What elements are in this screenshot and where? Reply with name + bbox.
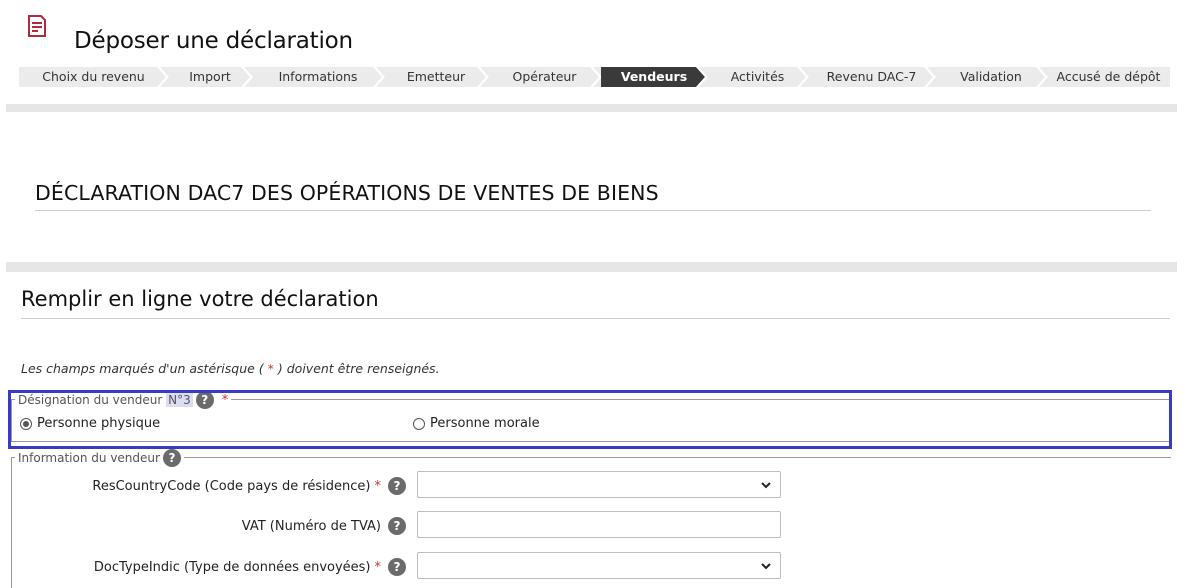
field-label: DocTypeIndic (Type de données envoyées) — [93, 559, 371, 575]
document-icon — [28, 15, 46, 37]
step-operateur[interactable]: Opérateur — [488, 67, 602, 87]
declaration-heading: DÉCLARATION DAC7 DES OPÉRATIONS DE VENTE… — [35, 181, 659, 205]
field-row-vat: VAT (Numéro de TVA) ? — [11, 511, 791, 539]
step-label: Revenu DAC-7 — [826, 69, 917, 84]
field-label: ResCountryCode (Code pays de résidence) — [92, 478, 371, 494]
page-title: Déposer une déclaration — [74, 28, 353, 54]
required-fields-note: Les champs marqués d'un astérisque ( * )… — [21, 361, 440, 376]
res-country-code-select[interactable] — [417, 471, 781, 498]
help-icon[interactable]: ? — [162, 449, 181, 467]
focus-highlight-box — [8, 390, 1172, 449]
step-label: Vendeurs — [620, 69, 688, 84]
step-accuse-de-depot[interactable]: Accusé de dépôt — [1047, 67, 1170, 87]
step-label: Informations — [278, 69, 358, 84]
required-star: * — [374, 478, 382, 494]
section-divider — [6, 104, 1177, 112]
form-heading: Remplir en ligne votre déclaration — [21, 287, 379, 311]
step-validation[interactable]: Validation — [935, 67, 1048, 87]
seller-information-legend: Information du vendeur ? — [15, 449, 184, 467]
step-informations[interactable]: Informations — [252, 67, 385, 87]
chevron-down-icon — [761, 563, 771, 570]
step-label: Accusé de dépôt — [1056, 69, 1161, 84]
step-choix-du-revenu[interactable]: Choix du revenu — [19, 67, 169, 87]
section-divider — [6, 262, 1177, 272]
field-label: VAT (Numéro de TVA) — [241, 518, 381, 534]
required-star: * — [374, 559, 382, 575]
step-vendeurs[interactable]: Vendeurs — [601, 67, 708, 87]
help-icon[interactable]: ? — [388, 477, 406, 495]
heading-rule — [35, 210, 1151, 211]
step-label: Choix du revenu — [42, 69, 145, 84]
chevron-down-icon — [761, 482, 771, 489]
step-revenu-dac7[interactable]: Revenu DAC-7 — [808, 67, 936, 87]
step-breadcrumb: Choix du revenu Import Informations Emet… — [19, 67, 1170, 87]
field-row-doc-type-indic: DocTypeIndic (Type de données envoyées) … — [11, 552, 791, 580]
step-label: Opérateur — [512, 69, 577, 84]
step-import[interactable]: Import — [168, 67, 253, 87]
vat-input[interactable] — [417, 511, 781, 538]
step-label: Import — [189, 69, 231, 84]
help-icon[interactable]: ? — [388, 517, 406, 535]
step-label: Emetteur — [406, 69, 466, 84]
step-label: Activités — [730, 69, 785, 84]
help-icon[interactable]: ? — [388, 558, 406, 576]
step-activites[interactable]: Activités — [707, 67, 809, 87]
heading-rule — [21, 318, 1170, 319]
step-label: Validation — [960, 69, 1022, 84]
field-row-res-country-code: ResCountryCode (Code pays de résidence) … — [11, 471, 791, 499]
step-emetteur[interactable]: Emetteur — [384, 67, 489, 87]
doc-type-indic-select[interactable] — [417, 552, 781, 579]
